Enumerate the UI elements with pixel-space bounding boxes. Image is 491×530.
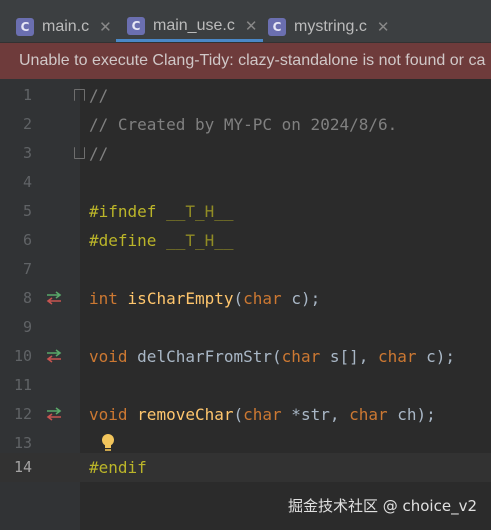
code-line-current[interactable]: 14 #endif	[0, 453, 491, 482]
code-rest: s[],	[320, 347, 378, 366]
line-number: 3	[22, 144, 32, 162]
line-number: 8	[22, 289, 32, 307]
code-line[interactable]: 6 #define __T_H__	[0, 226, 491, 255]
close-icon[interactable]: ✕	[99, 18, 112, 36]
fold-start-icon[interactable]	[74, 89, 85, 101]
watermark: 掘金技术社区 @ choice_v2	[287, 497, 477, 515]
line-number: 1	[22, 86, 32, 104]
code-line[interactable]: 8 int isCharEmpty(char c);	[0, 284, 491, 313]
code-line[interactable]: 7	[0, 255, 491, 284]
c-file-icon: C	[268, 18, 286, 36]
go-to-definition-arrows-icon[interactable]	[44, 406, 64, 422]
line-number: 2	[22, 115, 32, 133]
code-text: #endif	[89, 458, 147, 477]
editor-tab-bar: C main.c ✕ C main_use.c ✕ C mystring.c ✕	[0, 0, 491, 43]
tab-main-c[interactable]: C main.c ✕	[16, 12, 112, 42]
keyword: int	[89, 289, 118, 308]
code-text: int isCharEmpty(char c);	[89, 284, 320, 313]
punctuation: (	[233, 405, 244, 424]
preprocessor-directive: #ifndef	[89, 202, 157, 221]
close-icon[interactable]: ✕	[245, 17, 258, 35]
keyword: char	[243, 405, 282, 424]
code-line[interactable]: 12 void removeChar(char *str, char ch);	[0, 400, 491, 429]
c-file-icon: C	[127, 16, 145, 35]
line-number: 4	[22, 173, 32, 191]
code-rest: ch);	[387, 405, 436, 424]
lightbulb-icon[interactable]	[100, 433, 116, 453]
line-number: 14	[13, 458, 32, 476]
code-line[interactable]: 3 //	[0, 139, 491, 168]
macro-name: __T_H__	[166, 202, 234, 221]
code-text: //	[89, 86, 109, 105]
keyword: char	[281, 347, 321, 366]
fold-end-icon[interactable]	[74, 147, 85, 159]
keyword: void	[89, 347, 128, 366]
code-line[interactable]: 5 #ifndef __T_H__	[0, 197, 491, 226]
line-number: 11	[13, 376, 32, 394]
keyword: char	[243, 289, 282, 308]
function-name: delCharFromStr	[137, 347, 273, 366]
function-name: removeChar	[137, 405, 234, 424]
close-icon[interactable]: ✕	[377, 18, 390, 36]
line-number: 6	[22, 231, 32, 249]
banner-message: Unable to execute Clang-Tidy: clazy-stan…	[19, 52, 486, 69]
tab-label: mystring.c	[294, 18, 367, 35]
function-name: isCharEmpty	[127, 289, 234, 308]
code-text: void removeChar(char *str, char ch);	[89, 400, 436, 429]
code-line[interactable]: 11	[0, 371, 491, 400]
line-number: 12	[13, 405, 32, 423]
code-line[interactable]: 10 void delCharFromStr(char s[], char c)…	[0, 342, 491, 371]
code-text: //	[89, 144, 109, 163]
preprocessor-directive: #define	[89, 231, 157, 250]
tab-label: main.c	[42, 18, 90, 35]
code-line[interactable]: 9	[0, 313, 491, 342]
code-rest: c);	[416, 347, 456, 366]
macro-name: __T_H__	[166, 231, 234, 250]
code-rest: *str,	[281, 405, 350, 424]
code-line[interactable]: 1 //	[0, 81, 491, 110]
punctuation: (	[272, 347, 282, 366]
line-number: 9	[22, 318, 32, 336]
code-line[interactable]: 2 // Created by MY-PC on 2024/8/6.	[0, 110, 491, 139]
line-number: 7	[22, 260, 32, 278]
keyword: char	[378, 347, 417, 366]
line-number: 10	[13, 347, 32, 365]
c-file-icon: C	[16, 18, 34, 36]
line-number: 5	[22, 202, 32, 220]
tab-mystring-c[interactable]: C mystring.c ✕	[268, 12, 389, 42]
code-line[interactable]: 4	[0, 168, 491, 197]
go-to-definition-arrows-icon[interactable]	[44, 290, 64, 306]
code-rest: c);	[281, 289, 321, 308]
go-to-definition-arrows-icon[interactable]	[44, 348, 64, 364]
code-text: // Created by MY-PC on 2024/8/6.	[89, 115, 398, 134]
code-text: #ifndef __T_H__	[89, 197, 234, 226]
code-text: #define __T_H__	[89, 226, 234, 255]
code-text: void delCharFromStr(char s[], char c);	[89, 342, 455, 371]
clang-tidy-error-banner: Unable to execute Clang-Tidy: clazy-stan…	[0, 43, 491, 79]
keyword: char	[349, 405, 388, 424]
tab-main-use-c[interactable]: C main_use.c ✕	[116, 12, 264, 42]
keyword: void	[89, 405, 128, 424]
tab-label: main_use.c	[153, 16, 235, 34]
punctuation: (	[233, 289, 244, 308]
